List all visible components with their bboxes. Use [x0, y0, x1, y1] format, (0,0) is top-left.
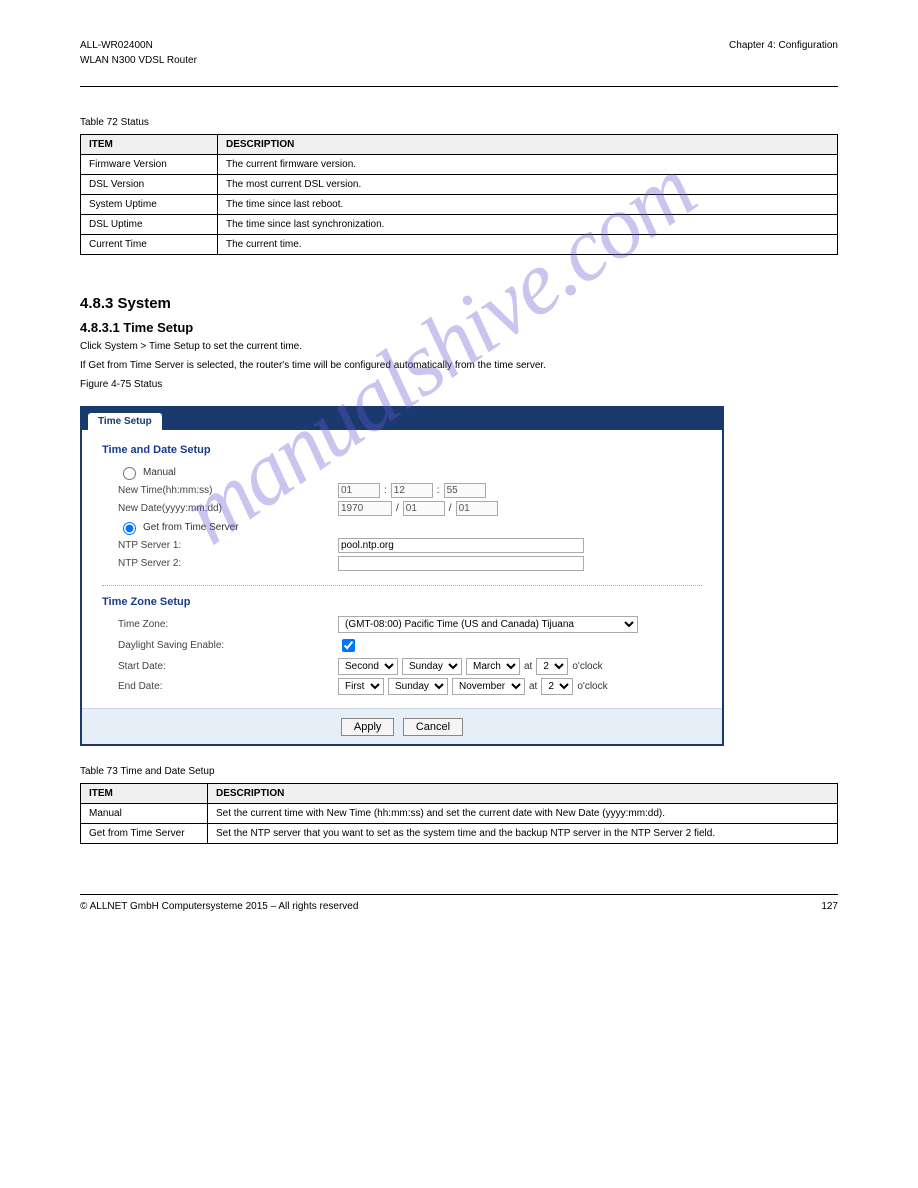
subheading: 4.8.3.1 Time Setup: [80, 320, 838, 335]
table2-h0: ITEM: [81, 784, 208, 804]
radio-time-server-label: Get from Time Server: [143, 522, 239, 533]
new-time-mm[interactable]: [391, 483, 433, 498]
tz-label: Time Zone:: [118, 619, 338, 630]
radio-manual-label: Manual: [143, 467, 176, 478]
new-date-dd[interactable]: [456, 501, 498, 516]
dotted-divider: [102, 585, 702, 586]
time-zone-select[interactable]: (GMT-08:00) Pacific Time (US and Canada)…: [338, 616, 638, 633]
start-month-select[interactable]: March: [466, 658, 520, 675]
time-date-setup-table: ITEM DESCRIPTION ManualSet the current t…: [80, 783, 838, 844]
t1r1c0: DSL Version: [81, 175, 218, 195]
t2r0c0: Manual: [81, 804, 208, 824]
table2-h1: DESCRIPTION: [208, 784, 838, 804]
cancel-button[interactable]: Cancel: [403, 718, 463, 736]
radio-time-server[interactable]: [123, 522, 136, 535]
start-oclock: o'clock: [572, 661, 602, 672]
end-oclock: o'clock: [577, 681, 607, 692]
table1-title: Table 72 Status: [80, 117, 838, 128]
t1r4c0: Current Time: [81, 235, 218, 255]
t1r1c1: The most current DSL version.: [218, 175, 838, 195]
new-time-label: New Time(hh:mm:ss): [118, 485, 338, 496]
product-desc: WLAN N300 VDSL Router: [80, 55, 838, 66]
time-date-setup-title: Time and Date Setup: [102, 444, 702, 456]
start-date-label: Start Date:: [118, 661, 338, 672]
page-number: 127: [821, 901, 838, 912]
new-date-label: New Date(yyyy:mm:dd): [118, 503, 338, 514]
divider-top: [80, 86, 838, 87]
sep1: /: [396, 503, 399, 514]
button-bar: Apply Cancel: [82, 708, 722, 744]
tabbar: Time Setup: [82, 408, 722, 430]
new-date-yyyy[interactable]: [338, 501, 392, 516]
section-heading: 4.8.3 System: [80, 295, 838, 312]
colon1: :: [384, 485, 387, 496]
radio-manual[interactable]: [123, 467, 136, 480]
table1-h0: ITEM: [81, 135, 218, 155]
end-month-select[interactable]: November: [452, 678, 525, 695]
t1r4c1: The current time.: [218, 235, 838, 255]
product-name: ALL-WR02400N: [80, 40, 838, 51]
end-day-select[interactable]: Sunday: [388, 678, 448, 695]
t1r3c0: DSL Uptime: [81, 215, 218, 235]
ntp1-input[interactable]: [338, 538, 584, 553]
start-ord-select[interactable]: Second: [338, 658, 398, 675]
end-hour-select[interactable]: 2: [541, 678, 573, 695]
start-day-select[interactable]: Sunday: [402, 658, 462, 675]
sep2: /: [449, 503, 452, 514]
ntp2-input[interactable]: [338, 556, 584, 571]
ntp2-label: NTP Server 2:: [118, 558, 338, 569]
header-right: Chapter 4: Configuration: [729, 40, 838, 51]
t2r0c1: Set the current time with New Time (hh:m…: [208, 804, 838, 824]
end-ord-select[interactable]: First: [338, 678, 384, 695]
new-time-ss[interactable]: [444, 483, 486, 498]
colon2: :: [437, 485, 440, 496]
start-at: at: [524, 661, 532, 672]
t2r1c1: Set the NTP server that you want to set …: [208, 824, 838, 844]
tab-time-setup[interactable]: Time Setup: [88, 413, 162, 430]
footer: © ALLNET GmbH Computersysteme 2015 – All…: [80, 894, 838, 912]
header-left: ALL-WR02400N WLAN N300 VDSL Router: [80, 40, 838, 66]
new-time-hh[interactable]: [338, 483, 380, 498]
t1r2c0: System Uptime: [81, 195, 218, 215]
end-date-label: End Date:: [118, 681, 338, 692]
para2: If Get from Time Server is selected, the…: [80, 360, 838, 371]
footer-left: © ALLNET GmbH Computersysteme 2015 – All…: [80, 901, 358, 912]
ntp1-label: NTP Server 1:: [118, 540, 338, 551]
t1r2c1: The time since last reboot.: [218, 195, 838, 215]
dst-checkbox[interactable]: [342, 639, 355, 652]
t1r0c0: Firmware Version: [81, 155, 218, 175]
table2-title: Table 73 Time and Date Setup: [80, 766, 838, 777]
t1r3c1: The time since last synchronization.: [218, 215, 838, 235]
start-hour-select[interactable]: 2: [536, 658, 568, 675]
para1: Click System > Time Setup to set the cur…: [80, 341, 838, 352]
time-zone-setup-title: Time Zone Setup: [102, 596, 702, 608]
t2r1c0: Get from Time Server: [81, 824, 208, 844]
figure-caption: Figure 4-75 Status: [80, 379, 838, 390]
dst-label: Daylight Saving Enable:: [118, 640, 338, 651]
status-table: ITEM DESCRIPTION Firmware VersionThe cur…: [80, 134, 838, 255]
t1r0c1: The current firmware version.: [218, 155, 838, 175]
new-date-mm[interactable]: [403, 501, 445, 516]
apply-button[interactable]: Apply: [341, 718, 395, 736]
table1-h1: DESCRIPTION: [218, 135, 838, 155]
time-setup-panel: Time Setup Time and Date Setup Manual Ne…: [80, 406, 724, 746]
end-at: at: [529, 681, 537, 692]
